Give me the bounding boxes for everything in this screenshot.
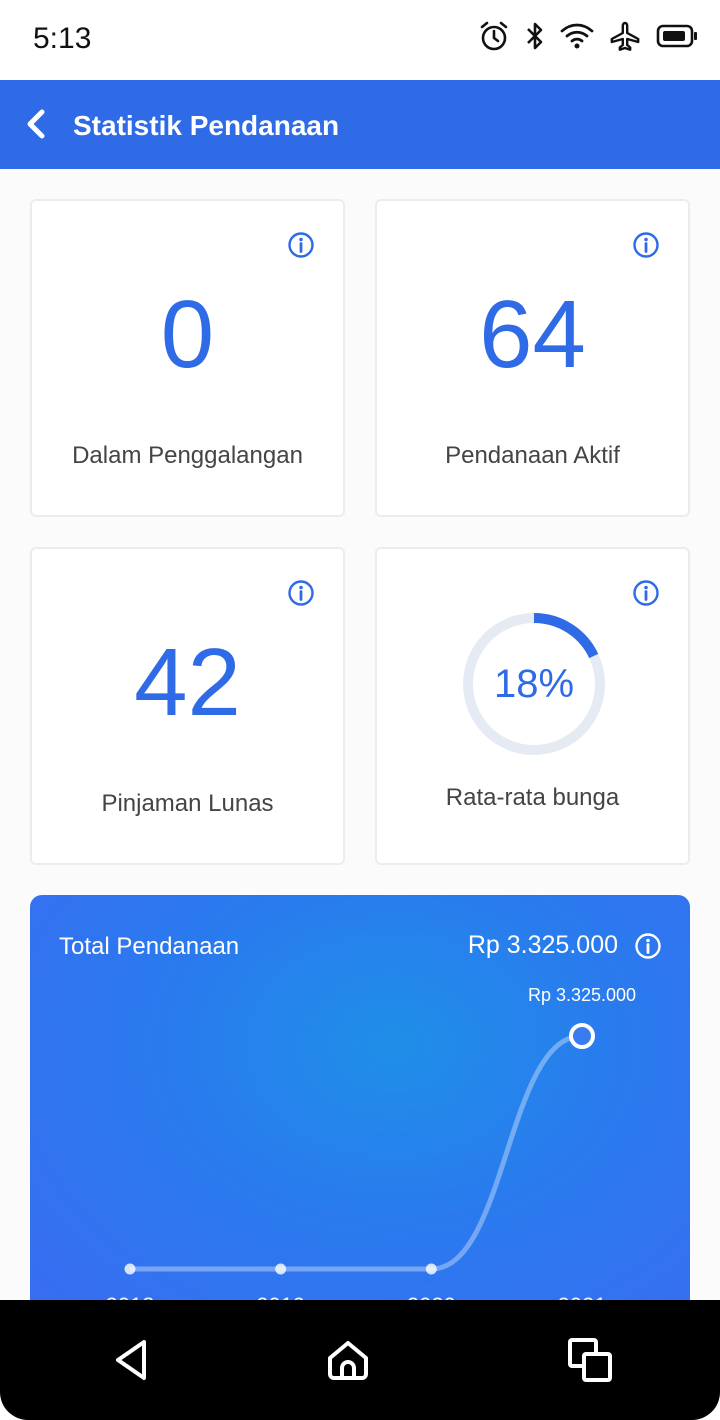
stat-value: 64	[479, 281, 586, 388]
back-icon[interactable]	[106, 1334, 158, 1386]
stat-card-fundraising: 0 Dalam Penggalangan	[30, 199, 345, 517]
navigation-bar	[0, 1300, 720, 1420]
info-icon[interactable]	[632, 579, 660, 607]
stat-label: Rata-rata bunga	[445, 784, 620, 811]
stat-value: 0	[160, 281, 215, 388]
stat-value: 18%	[493, 661, 575, 706]
status-bar: 5:13	[0, 0, 720, 80]
status-icons	[478, 20, 698, 52]
airplane-icon	[610, 21, 640, 51]
stat-card-paid-loans: 42 Pinjaman Lunas	[30, 547, 345, 865]
app-header: Statistik Pendanaan	[0, 80, 720, 169]
total-funding-chart: Total Pendanaan Rp 3.325.000 20182019202…	[30, 895, 690, 1300]
stat-label: Pendanaan Aktif	[445, 442, 620, 469]
alarm-icon	[480, 21, 508, 51]
x-tick-label: 2019	[256, 1293, 305, 1300]
battery-icon	[656, 24, 697, 48]
interest-ring: 18%	[459, 609, 609, 759]
stat-label: Dalam Penggalangan	[72, 442, 303, 469]
status-time: 5:13	[33, 22, 92, 55]
back-button[interactable]	[22, 106, 52, 142]
x-tick-label: 2021	[558, 1293, 607, 1300]
data-point[interactable]	[569, 1023, 595, 1049]
wifi-icon	[560, 23, 594, 49]
page-title: Statistik Pendanaan	[73, 110, 340, 141]
home-icon[interactable]	[322, 1334, 374, 1386]
data-label: Rp 3.325.000	[528, 985, 636, 1005]
data-point[interactable]	[425, 1263, 437, 1275]
stat-label: Pinjaman Lunas	[101, 790, 274, 817]
chart-plot: 2018 2019 2020 Rp 3.325.000 2021	[106, 985, 637, 1300]
data-point[interactable]	[124, 1263, 136, 1275]
info-icon[interactable]	[632, 231, 660, 259]
stat-card-average-interest: 18% Rata-rata bunga	[375, 547, 690, 865]
info-icon[interactable]	[287, 231, 315, 259]
stat-card-active-funding: 64 Pendanaan Aktif	[375, 199, 690, 517]
info-icon[interactable]	[287, 579, 315, 607]
content-area: 0 Dalam Penggalangan 64 Pendanaan Aktif …	[0, 169, 720, 1300]
x-tick-label: 2020	[407, 1293, 456, 1300]
series-line	[129, 1033, 583, 1272]
data-point[interactable]	[275, 1263, 287, 1275]
x-tick-label: 2018	[106, 1293, 155, 1300]
recents-icon[interactable]	[564, 1334, 616, 1386]
bluetooth-icon	[527, 22, 543, 50]
stat-value: 42	[134, 629, 241, 736]
